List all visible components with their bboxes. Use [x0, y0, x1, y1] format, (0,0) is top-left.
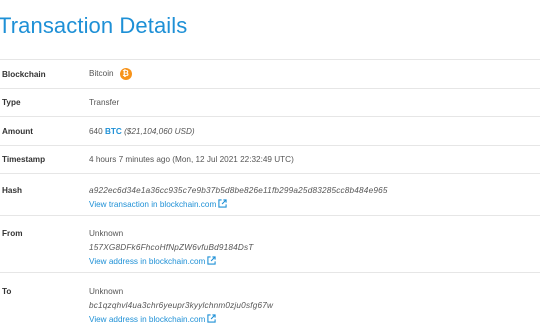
external-link-icon — [218, 199, 227, 208]
hash-value: a922ec6d34e1a36cc935c7e9b37b5d8be826e11f… — [89, 186, 388, 195]
row-from: From Unknown 157XG8DFk6FhcoHfNpZW6vfuBd9… — [0, 216, 540, 273]
external-link-icon — [207, 256, 216, 265]
row-to: To Unknown bc1qzqhvl4ua3chr6yeupr3kyylch… — [0, 273, 540, 335]
blockchain-name: Bitcoin — [89, 69, 114, 79]
label-to: To — [2, 287, 12, 296]
view-to-address-link[interactable]: View address in blockchain.com — [89, 314, 216, 324]
label-type: Type — [2, 98, 21, 107]
label-timestamp: Timestamp — [2, 155, 46, 164]
value-type: Transfer — [89, 98, 120, 107]
row-timestamp: Timestamp 4 hours 7 minutes ago (Mon, 12… — [0, 146, 540, 174]
value-timestamp: 4 hours 7 minutes ago (Mon, 12 Jul 2021 … — [89, 155, 294, 164]
row-amount: Amount 640 BTC ($21,104,060 USD) — [0, 117, 540, 146]
value-amount: 640 BTC ($21,104,060 USD) — [89, 127, 540, 136]
row-blockchain: Blockchain Bitcoin ₿ — [0, 59, 540, 89]
to-address: bc1qzqhvl4ua3chr6yeupr3kyylchnm0zju0sfg6… — [89, 301, 274, 310]
view-transaction-label: View transaction in blockchain.com — [89, 200, 217, 209]
amount-currency: BTC — [104, 126, 122, 136]
value-blockchain: Bitcoin ₿ — [89, 68, 540, 80]
page-title: Transaction Details — [0, 13, 188, 38]
value-from: Unknown 157XG8DFk6FhcoHfNpZW6vfuBd9184Ds… — [89, 227, 540, 272]
view-from-address-link[interactable]: View address in blockchain.com — [89, 256, 216, 266]
label-from: From — [2, 229, 23, 238]
amount-value: 640 — [89, 126, 103, 136]
row-type: Type Transfer — [0, 89, 540, 117]
label-hash: Hash — [2, 186, 23, 195]
label-amount: Amount — [2, 126, 33, 136]
value-hash: a922ec6d34e1a36cc935c7e9b37b5d8be826e11f… — [89, 184, 540, 215]
view-to-address-label: View address in blockchain.com — [89, 315, 206, 324]
row-hash: Hash a922ec6d34e1a36cc935c7e9b37b5d8be82… — [0, 174, 540, 216]
value-to: Unknown bc1qzqhvl4ua3chr6yeupr3kyylchnm0… — [89, 285, 540, 335]
view-transaction-link[interactable]: View transaction in blockchain.com — [89, 199, 227, 209]
from-name: Unknown — [89, 229, 124, 238]
bitcoin-icon: ₿ — [119, 68, 132, 80]
from-address: 157XG8DFk6FhcoHfNpZW6vfuBd9184DsT — [89, 243, 254, 252]
amount-usd: ($21,104,060 USD) — [124, 126, 195, 136]
to-name: Unknown — [89, 287, 124, 296]
label-blockchain: Blockchain — [2, 69, 46, 79]
view-from-address-label: View address in blockchain.com — [89, 257, 206, 266]
external-link-icon — [207, 314, 216, 323]
transaction-details-table: Blockchain Bitcoin ₿ Type Transfer Amount… — [0, 59, 540, 335]
